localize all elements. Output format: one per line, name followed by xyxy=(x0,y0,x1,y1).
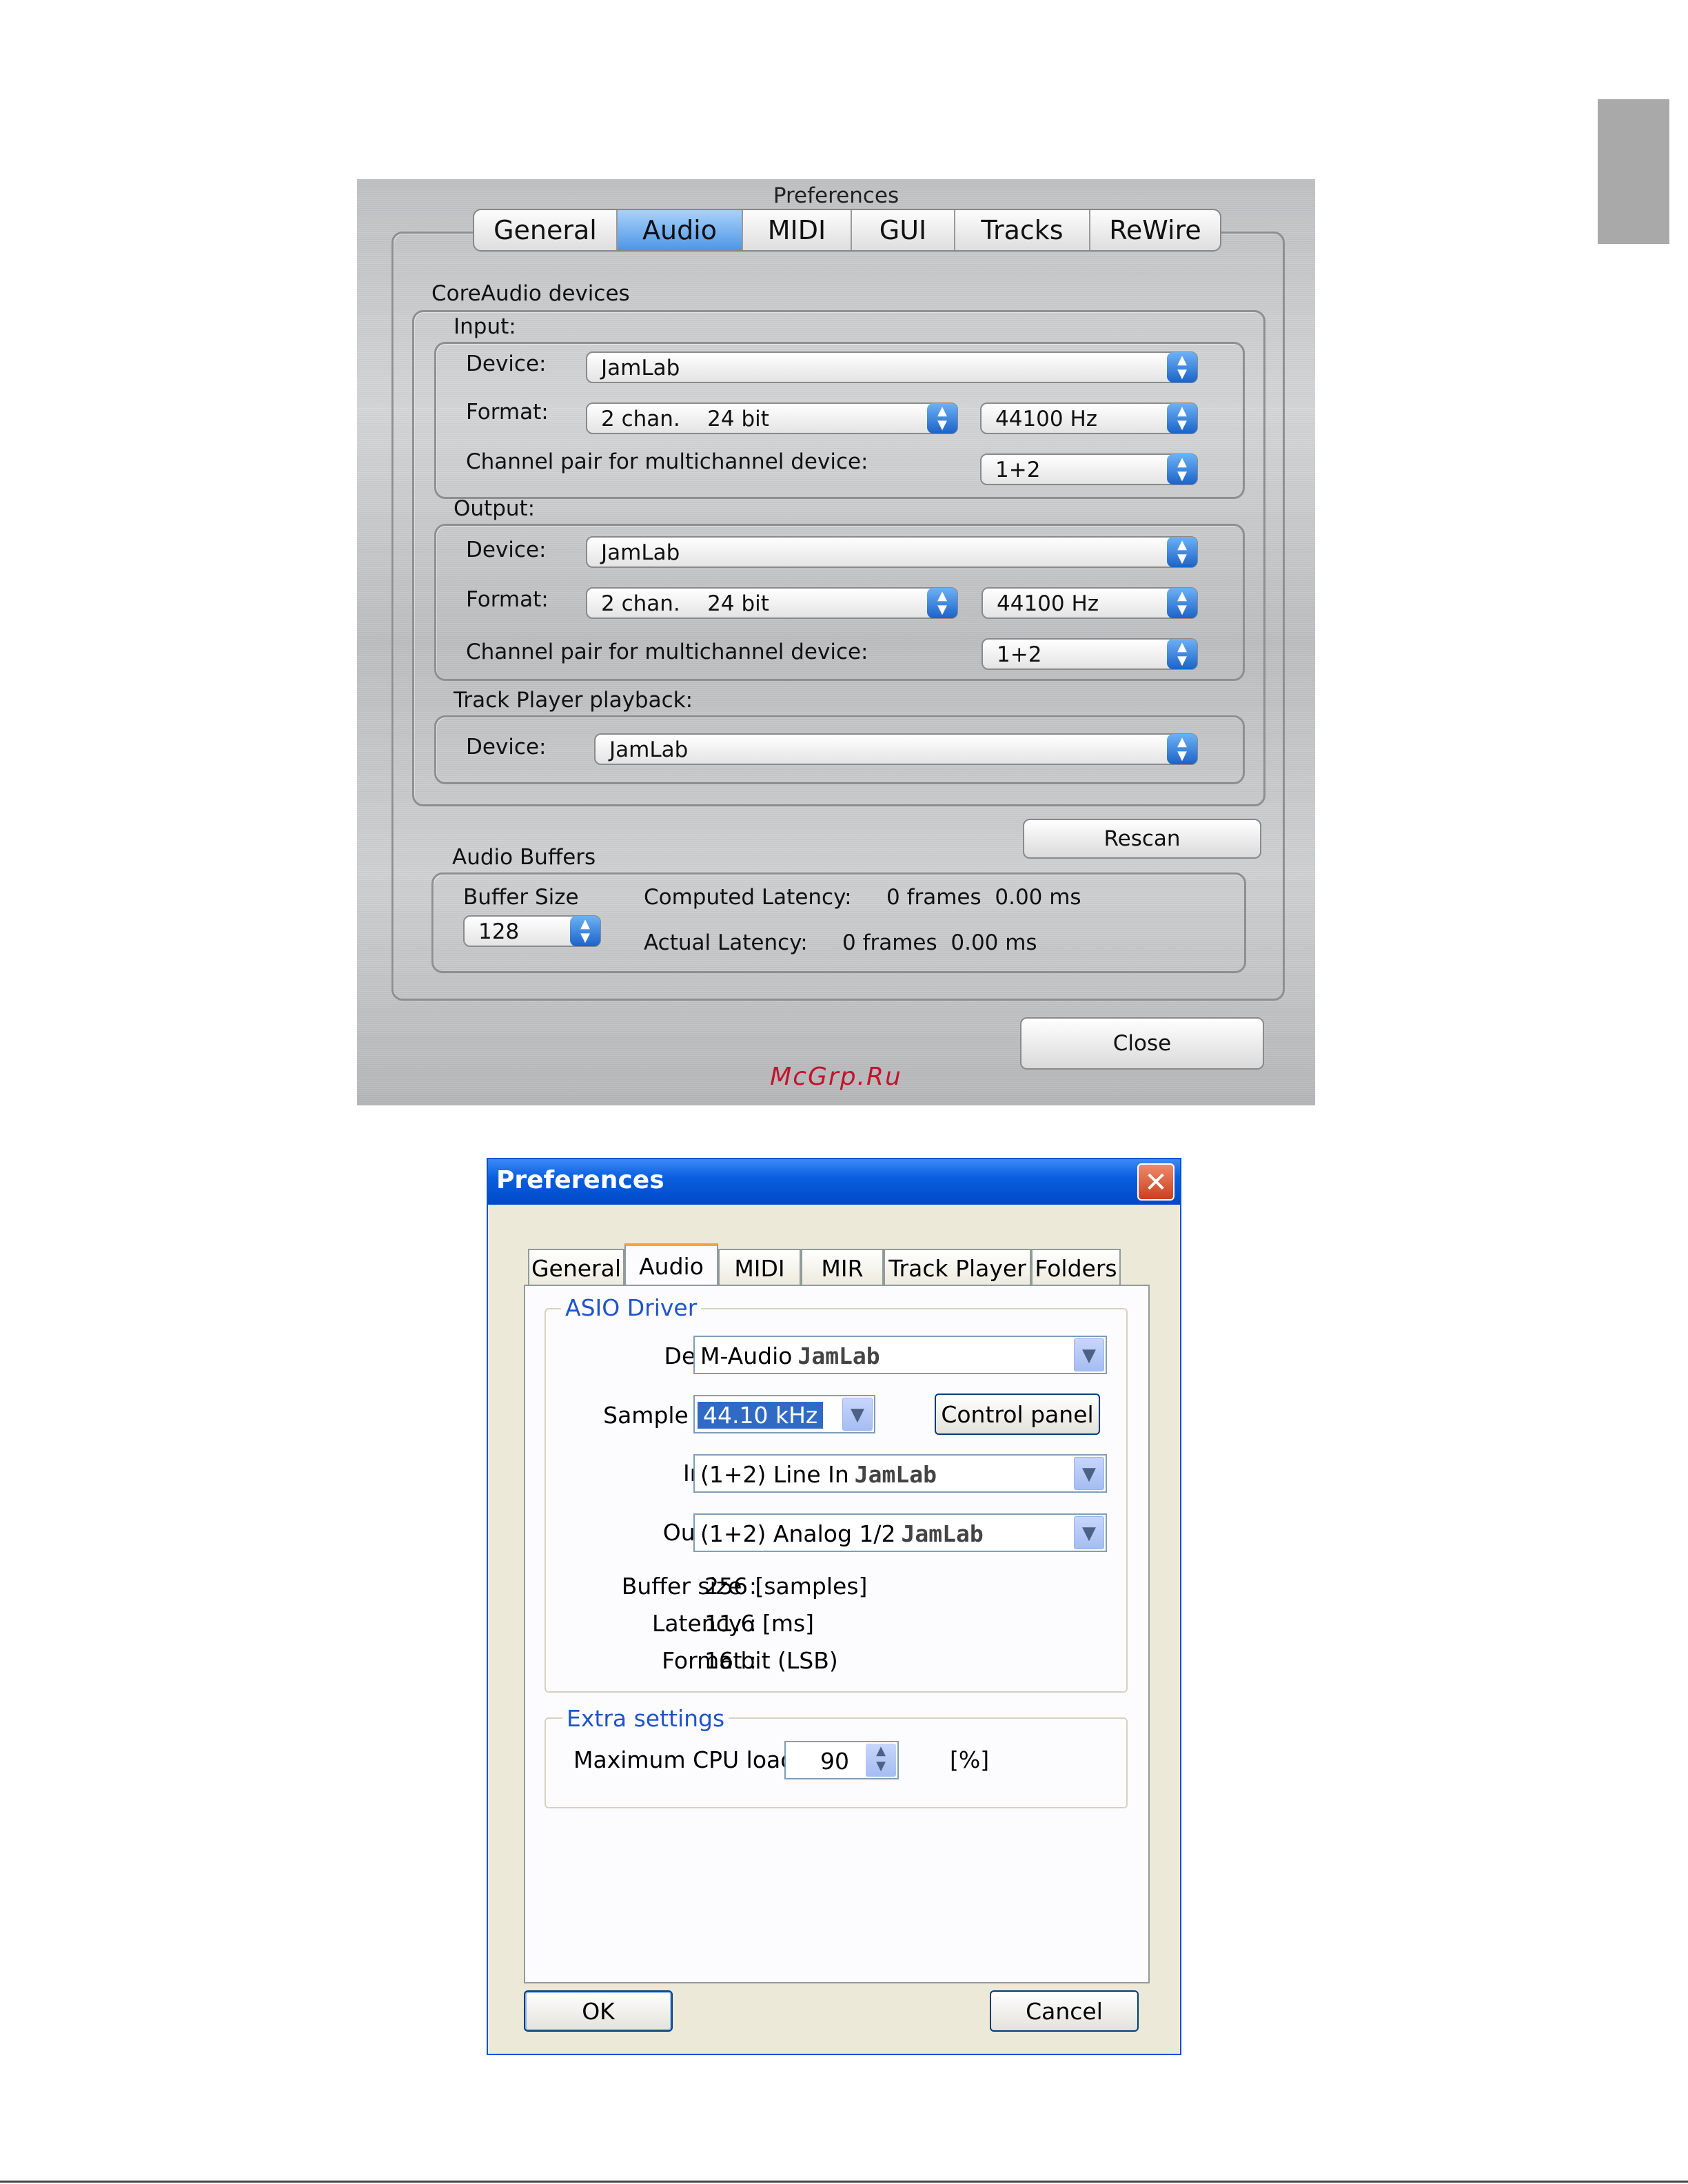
win-tab-midi[interactable]: MIDI xyxy=(718,1249,801,1286)
watermark: McGrp.Ru xyxy=(770,1063,902,1091)
input-rate-value: 44100 Hz xyxy=(995,407,1098,431)
mac-tab-rewire[interactable]: ReWire xyxy=(1090,210,1220,250)
win-tab-audio[interactable]: Audio xyxy=(624,1243,718,1286)
coreaudio-devices-label: CoreAudio devices xyxy=(431,281,630,306)
actual-latency-label: Actual Latency: xyxy=(644,930,808,955)
ok-button[interactable]: OK xyxy=(524,1990,673,2032)
popup-arrows-icon: ▲ ▼ xyxy=(1167,454,1197,484)
buffer-size-value: 256 [samples] xyxy=(704,1573,868,1600)
windows-preferences-dialog: Preferences ✕ General Audio MIDI MIR Tra… xyxy=(487,1158,1181,2055)
mac-dialog-title: Preferences xyxy=(773,183,899,208)
input-device-popup[interactable]: JamLab ▲ ▼ xyxy=(586,351,1198,383)
popup-arrows-icon: ▲ ▼ xyxy=(1167,588,1197,618)
sample-rate-combo[interactable]: 44.10 kHz ▼ xyxy=(693,1395,875,1433)
actual-latency-value: 0 frames 0.00 ms xyxy=(842,930,1037,955)
input-format-popup[interactable]: 2 chan. 24 bit ▲ ▼ xyxy=(586,402,958,434)
output-format-label: Format: xyxy=(466,587,549,612)
win-tab-track-player[interactable]: Track Player xyxy=(884,1249,1031,1286)
computed-latency-label: Computed Latency: xyxy=(644,885,852,910)
track-player-device-label: Device: xyxy=(466,735,547,759)
input-channel-pair-popup[interactable]: 1+2 ▲ ▼ xyxy=(980,453,1198,485)
output-channel-pair-popup[interactable]: 1+2 ▲ ▼ xyxy=(982,638,1198,670)
output-rate-popup[interactable]: 44100 Hz ▲ ▼ xyxy=(982,587,1198,619)
cpu-load-label: Maximum CPU load : xyxy=(573,1746,810,1773)
mac-tab-general[interactable]: General xyxy=(474,210,618,250)
popup-arrows-icon: ▲ ▼ xyxy=(1167,734,1197,764)
input-format-label: Format: xyxy=(466,400,549,425)
cpu-load-unit: [%] xyxy=(950,1746,990,1773)
output-channel-pair-value: 1+2 xyxy=(997,642,1042,667)
output-format-value: 2 chan. 24 bit xyxy=(601,591,769,616)
mac-tab-midi[interactable]: MIDI xyxy=(743,210,852,250)
input-device-label: Device: xyxy=(466,351,547,376)
page-bottom-rule xyxy=(0,2181,1688,2183)
output-format-popup[interactable]: 2 chan. 24 bit ▲ ▼ xyxy=(586,587,958,619)
popup-arrows-icon: ▲ ▼ xyxy=(927,588,957,618)
mac-tab-audio[interactable]: Audio xyxy=(618,210,743,250)
track-player-device-value: JamLab xyxy=(609,737,689,762)
chevron-down-icon: ▼ xyxy=(1074,1516,1104,1549)
output-section-label: Output: xyxy=(454,496,536,521)
input-device-value: JamLab xyxy=(601,356,680,380)
page-side-tab xyxy=(1598,99,1669,244)
close-icon[interactable]: ✕ xyxy=(1137,1163,1175,1201)
audio-buffers-label: Audio Buffers xyxy=(452,845,596,870)
mac-tab-tracks[interactable]: Tracks xyxy=(955,210,1090,250)
mac-tab-gui[interactable]: GUI xyxy=(852,210,955,250)
cpu-load-spinner[interactable]: 90 ▲ ▼ xyxy=(784,1741,899,1779)
asio-input-combo[interactable]: (1+2) Line In JamLab ▼ xyxy=(693,1454,1107,1493)
close-button[interactable]: Close xyxy=(1020,1017,1264,1070)
computed-latency-value: 0 frames 0.00 ms xyxy=(886,885,1081,910)
output-channel-pair-label: Channel pair for multichannel device: xyxy=(466,640,868,664)
chevron-down-icon: ▼ xyxy=(1074,1338,1104,1371)
asio-input-value: (1+2) Line In JamLab xyxy=(700,1461,937,1488)
input-channel-pair-value: 1+2 xyxy=(995,458,1041,482)
window-title: Preferences xyxy=(496,1166,664,1194)
win-tab-general[interactable]: General xyxy=(528,1249,624,1286)
extra-settings-legend: Extra settings xyxy=(562,1705,729,1732)
input-channel-pair-label: Channel pair for multichannel device: xyxy=(466,449,868,474)
popup-arrows-icon: ▲ ▼ xyxy=(927,403,957,433)
output-device-label: Device: xyxy=(466,538,547,562)
rescan-button[interactable]: Rescan xyxy=(1023,819,1261,859)
chevron-down-icon: ▼ xyxy=(1074,1457,1104,1490)
format-value: 16 bit (LSB) xyxy=(704,1647,838,1674)
win-tab-folders[interactable]: Folders xyxy=(1031,1249,1121,1286)
cpu-load-value: 90 xyxy=(820,1748,849,1775)
control-panel-button[interactable]: Control panel xyxy=(935,1394,1100,1435)
mac-preferences-dialog: Preferences General Audio MIDI GUI Track… xyxy=(357,179,1315,1105)
mac-tab-bar: General Audio MIDI GUI Tracks ReWire xyxy=(473,209,1221,252)
spinner-arrows-icon[interactable]: ▲ ▼ xyxy=(866,1744,896,1777)
asio-driver-legend: ASIO Driver xyxy=(561,1294,702,1321)
input-section-label: Input: xyxy=(454,314,516,339)
chevron-down-icon: ▼ xyxy=(842,1398,873,1431)
cancel-button[interactable]: Cancel xyxy=(990,1990,1139,2032)
asio-device-value: M-Audio JamLab xyxy=(700,1343,880,1369)
popup-arrows-icon: ▲ ▼ xyxy=(1167,639,1197,669)
buffer-size-label: Buffer Size xyxy=(463,885,579,910)
input-rate-popup[interactable]: 44100 Hz ▲ ▼ xyxy=(980,402,1198,434)
win-tab-mir[interactable]: MIR xyxy=(801,1249,884,1286)
popup-arrows-icon: ▲ ▼ xyxy=(1167,537,1197,567)
asio-output-value: (1+2) Analog 1/2 JamLab xyxy=(700,1520,984,1547)
output-device-popup[interactable]: JamLab ▲ ▼ xyxy=(586,536,1198,568)
track-player-device-popup[interactable]: JamLab ▲ ▼ xyxy=(594,733,1198,765)
asio-device-combo[interactable]: M-Audio JamLab ▼ xyxy=(693,1336,1107,1374)
track-player-section-label: Track Player playback: xyxy=(454,688,693,713)
buffer-size-value: 128 xyxy=(478,919,520,944)
popup-arrows-icon: ▲ ▼ xyxy=(1167,352,1197,382)
buffer-size-popup[interactable]: 128 ▲ ▼ xyxy=(463,915,601,947)
sample-rate-value: 44.10 kHz xyxy=(698,1402,824,1429)
output-rate-value: 44100 Hz xyxy=(997,591,1099,616)
popup-arrows-icon: ▲ ▼ xyxy=(1167,403,1197,433)
asio-output-combo[interactable]: (1+2) Analog 1/2 JamLab ▼ xyxy=(693,1513,1107,1552)
popup-arrows-icon: ▲ ▼ xyxy=(570,916,600,946)
input-format-value: 2 chan. 24 bit xyxy=(601,407,769,431)
latency-value: 11.6 [ms] xyxy=(704,1610,815,1637)
output-device-value: JamLab xyxy=(601,540,680,565)
